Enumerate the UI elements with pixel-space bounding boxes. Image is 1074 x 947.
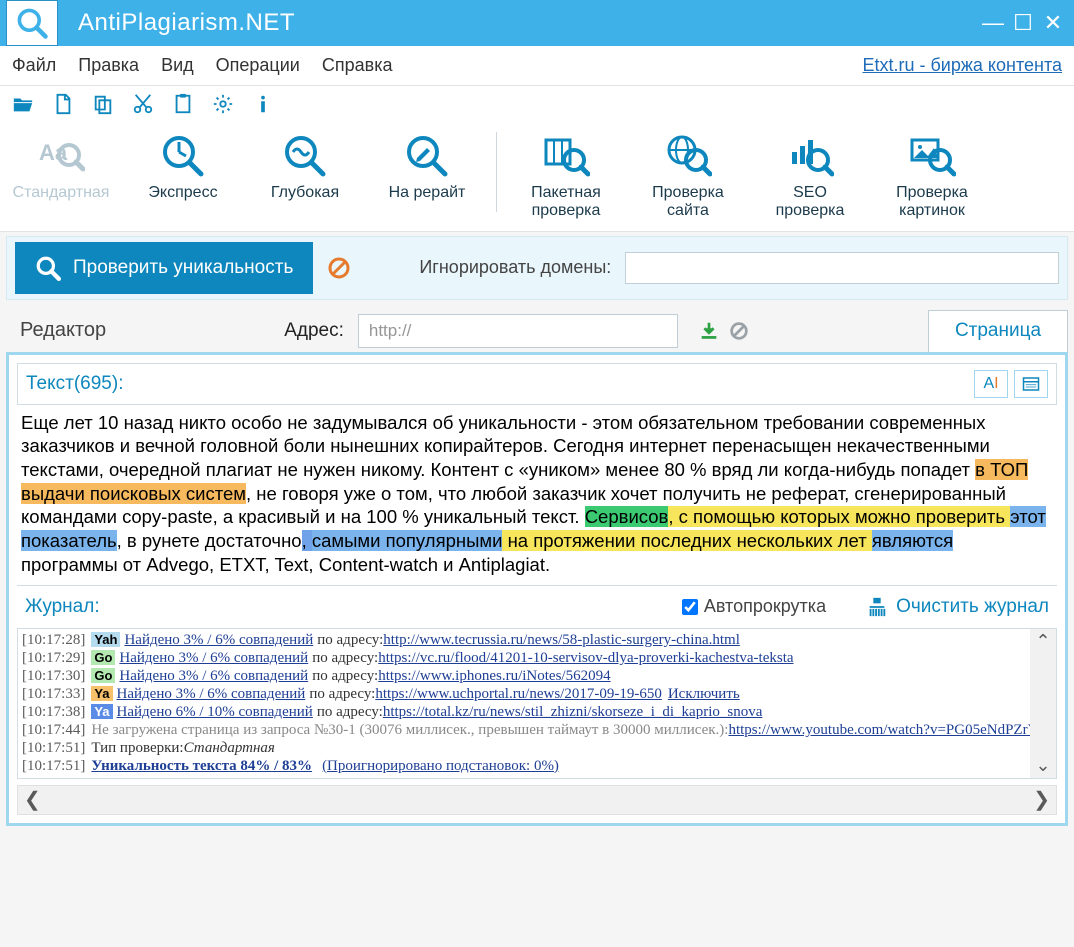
etxt-link[interactable]: Etxt.ru - биржа контента — [862, 55, 1062, 76]
app-icon — [6, 0, 58, 46]
forbid-small-icon[interactable] — [728, 320, 750, 342]
stop-icon[interactable] — [327, 256, 351, 280]
journal-row: [10:17:51] Тип проверки: Стандартная — [22, 740, 1052, 757]
ignore-domains-input[interactable] — [625, 252, 1059, 284]
address-label: Адрес: — [284, 320, 344, 342]
open-icon[interactable] — [12, 93, 34, 115]
scroll-up-icon[interactable]: ⌃ — [1035, 629, 1050, 654]
source-tag: Go — [91, 650, 115, 665]
source-url[interactable]: https://total.kz/ru/news/stil_zhizni/sko… — [383, 704, 763, 721]
minimize-button[interactable]: — — [978, 10, 1008, 36]
modes-bar: Aa Стандартная Экспресс Глубокая На рера… — [0, 122, 1074, 232]
paste-icon[interactable] — [172, 93, 194, 115]
find-link[interactable]: Найдено 3% / 6% совпадений — [117, 686, 306, 703]
journal-row: [10:17:29]GoНайдено 3% / 6% совпадений п… — [22, 650, 1052, 667]
journal-body: ⌃ ⌄ [10:17:28]YahНайдено 3% / 6% совпаде… — [17, 628, 1057, 779]
source-url[interactable]: https://www.youtube.com/watch?v=PG05eNdP… — [728, 722, 1038, 739]
find-link[interactable]: Найдено 3% / 6% совпадений — [119, 650, 308, 667]
editor-label: Редактор — [20, 319, 106, 342]
cut-icon[interactable] — [132, 93, 154, 115]
source-url[interactable]: https://www.iphones.ru/iNotes/562094 — [378, 668, 610, 685]
source-tag: Yah — [91, 632, 120, 647]
mode-site-sub: сайта — [667, 202, 709, 220]
mode-rewrite[interactable]: На рерайт — [366, 132, 488, 202]
mode-batch-label: Пакетная — [531, 184, 601, 202]
scroll-left-icon[interactable]: ❮ — [24, 787, 41, 812]
journal-scrollbar[interactable]: ⌃ ⌄ — [1030, 629, 1056, 778]
journal-header: Журнал: Автопрокрутка Очистить журнал — [17, 585, 1057, 628]
find-link[interactable]: Найдено 3% / 6% совпадений — [119, 668, 308, 685]
close-button[interactable]: ✕ — [1038, 10, 1068, 36]
menu-view[interactable]: Вид — [161, 55, 194, 76]
text-count-label: Текст(695): — [26, 373, 123, 395]
journal-row: [10:17:28]YahНайдено 3% / 6% совпадений … — [22, 632, 1052, 649]
action-bar: Проверить уникальность Игнорировать доме… — [6, 236, 1068, 300]
clear-journal-button[interactable]: Очистить журнал — [866, 596, 1049, 618]
titlebar: AntiPlagiarism.NET — ☐ ✕ — [0, 0, 1074, 46]
scroll-down-icon[interactable]: ⌄ — [1035, 753, 1050, 778]
uniqueness-result[interactable]: Уникальность текста 84% / 83% — [91, 758, 312, 775]
mode-standard-label: Стандартная — [13, 184, 110, 202]
mode-batch[interactable]: Пакетная проверка — [505, 132, 627, 221]
editor-panel: Текст(695): AI Еще лет 10 назад никто ос… — [6, 352, 1068, 826]
mode-deep-label: Глубокая — [271, 184, 339, 202]
mode-standard[interactable]: Aa Стандартная — [0, 132, 122, 202]
check-uniqueness-button[interactable]: Проверить уникальность — [15, 242, 313, 294]
mode-images-label: Проверка — [896, 184, 968, 202]
text-cursor-icon[interactable]: AI — [974, 370, 1008, 398]
download-icon[interactable] — [698, 320, 720, 342]
journal-row: [10:17:44] Не загружена страница из запр… — [22, 722, 1052, 739]
journal-row: [10:17:51]Уникальность текста 84% / 83%(… — [22, 758, 1052, 775]
menubar: Файл Правка Вид Операции Справка Etxt.ru… — [0, 46, 1074, 86]
menu-file[interactable]: Файл — [12, 55, 56, 76]
mode-images-sub: картинок — [899, 202, 965, 220]
text-body[interactable]: Еще лет 10 назад никто особо не задумыва… — [17, 405, 1057, 585]
text-view-icon[interactable] — [1014, 370, 1048, 398]
mode-site[interactable]: Проверка сайта — [627, 132, 749, 221]
info-icon[interactable] — [252, 93, 274, 115]
scroll-right-icon[interactable]: ❯ — [1033, 787, 1050, 812]
source-url[interactable]: http://www.tecrussia.ru/news/58-plastic-… — [383, 632, 740, 649]
mode-seo-sub: проверка — [776, 202, 845, 220]
mode-site-label: Проверка — [652, 184, 724, 202]
text-header: Текст(695): AI — [17, 363, 1057, 405]
maximize-button[interactable]: ☐ — [1008, 10, 1038, 36]
source-url[interactable]: https://vc.ru/flood/41201-10-servisov-dl… — [378, 650, 793, 667]
menu-edit[interactable]: Правка — [78, 55, 139, 76]
journal-row: [10:17:30]GoНайдено 3% / 6% совпадений п… — [22, 668, 1052, 685]
mode-seo[interactable]: SEO проверка — [749, 132, 871, 221]
editor-header-row: Редактор Адрес: Страница — [6, 310, 1068, 352]
find-link[interactable]: Найдено 3% / 6% совпадений — [124, 632, 313, 649]
source-tag: Go — [91, 668, 115, 683]
toolbar — [0, 86, 1074, 122]
mode-express[interactable]: Экспресс — [122, 132, 244, 202]
menu-help[interactable]: Справка — [322, 55, 393, 76]
mode-seo-label: SEO — [793, 184, 827, 202]
find-link[interactable]: Найдено 6% / 10% совпадений — [117, 704, 313, 721]
source-tag: Ya — [91, 686, 112, 701]
app-title: AntiPlagiarism.NET — [78, 9, 295, 37]
exclude-link[interactable]: Исключить — [668, 686, 740, 703]
source-url[interactable]: https://www.uchportal.ru/news/2017-09-19… — [375, 686, 662, 703]
journal-row: [10:17:38]YaНайдено 6% / 10% совпадений … — [22, 704, 1052, 721]
autoscroll-toggle[interactable]: Автопрокрутка — [682, 596, 826, 617]
mode-express-label: Экспресс — [148, 184, 217, 202]
mode-images[interactable]: Проверка картинок — [871, 132, 993, 221]
autoscroll-checkbox[interactable] — [682, 599, 698, 615]
check-button-label: Проверить уникальность — [73, 257, 293, 279]
mode-batch-sub: проверка — [532, 202, 601, 220]
address-input[interactable] — [358, 314, 678, 348]
journal-row: [10:17:33]YaНайдено 3% / 6% совпадений п… — [22, 686, 1052, 703]
copy-doc-icon[interactable] — [92, 93, 114, 115]
journal-label: Журнал: — [25, 596, 100, 618]
new-doc-icon[interactable] — [52, 93, 74, 115]
mode-deep[interactable]: Глубокая — [244, 132, 366, 202]
settings-icon[interactable] — [212, 93, 234, 115]
ignore-domains-label: Игнорировать домены: — [419, 257, 611, 278]
horizontal-scrollbar[interactable]: ❮ ❯ — [17, 785, 1057, 815]
source-tag: Ya — [91, 704, 112, 719]
page-tab[interactable]: Страница — [928, 310, 1068, 352]
mode-rewrite-label: На рерайт — [389, 184, 466, 202]
menu-operations[interactable]: Операции — [216, 55, 300, 76]
